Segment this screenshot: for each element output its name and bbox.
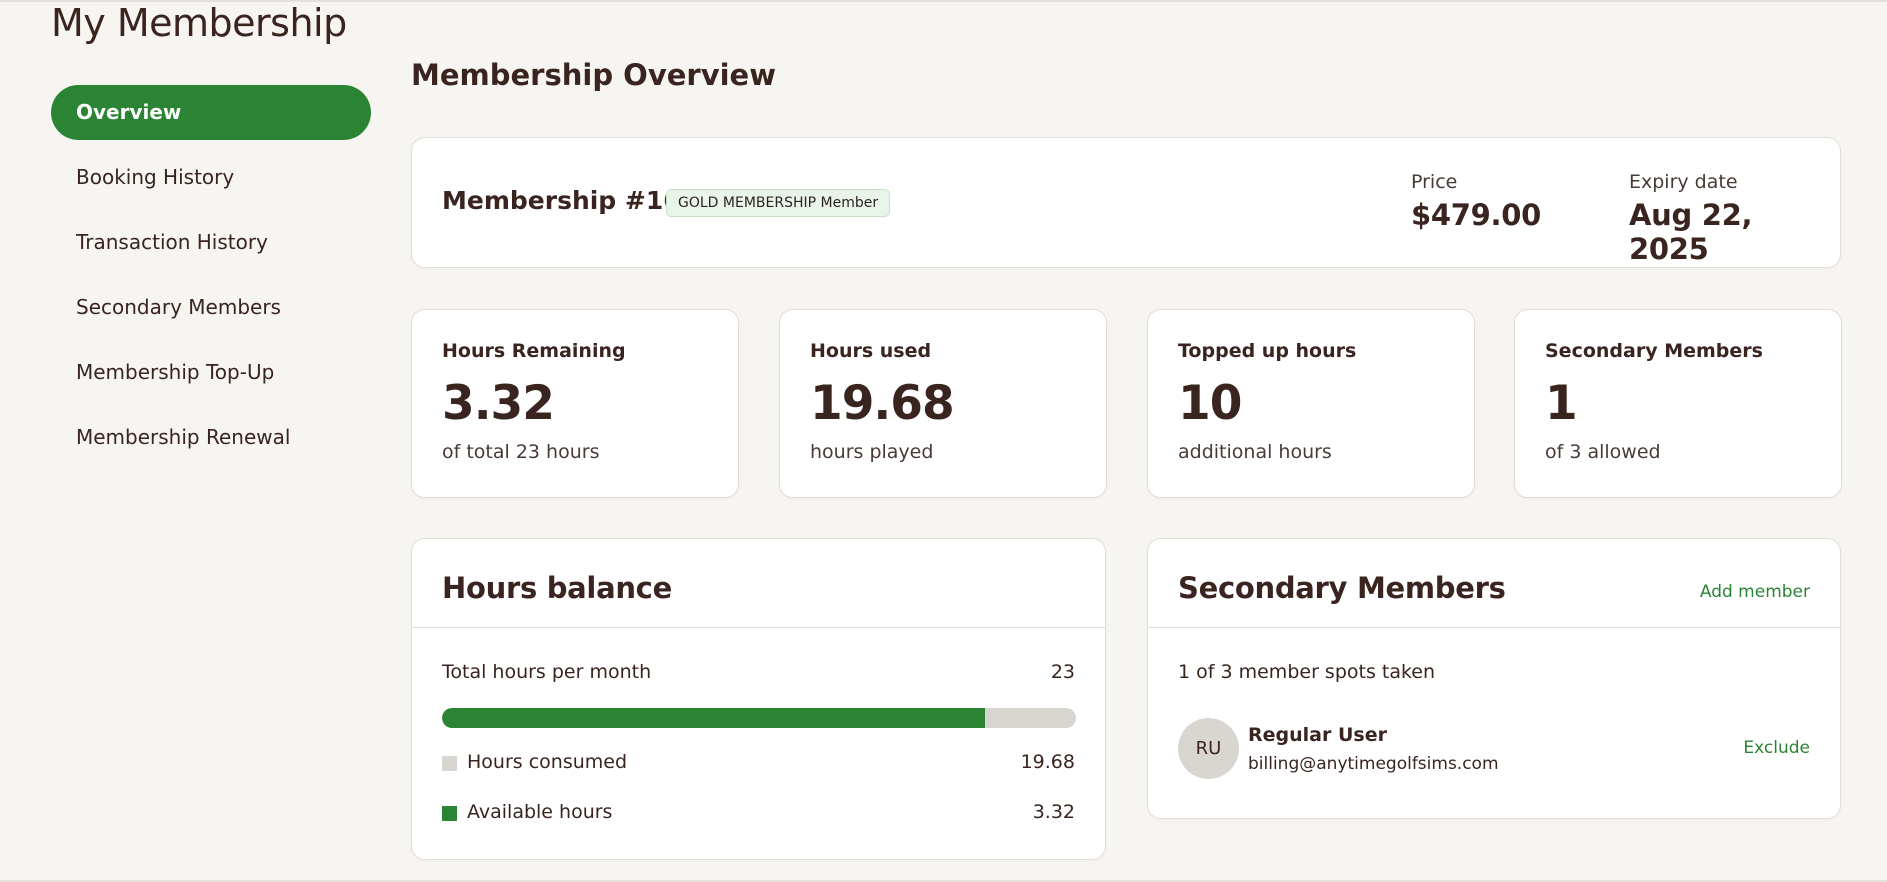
price-label: Price bbox=[1411, 171, 1458, 193]
sidebar-item-booking-history[interactable]: Booking History bbox=[51, 150, 371, 205]
expiry-block: Expiry date Aug 22, 2025 bbox=[1629, 171, 1840, 266]
page-title: My Membership bbox=[51, 1, 347, 45]
sidebar-nav: Overview Booking History Transaction His… bbox=[51, 85, 371, 475]
exclude-member-button[interactable]: Exclude bbox=[1743, 738, 1810, 758]
hours-progress-bar bbox=[442, 708, 1076, 728]
stat-card-topped-up-hours: Topped up hours 10 additional hours bbox=[1147, 309, 1475, 498]
member-name: Regular User bbox=[1248, 724, 1387, 746]
available-hours-label: Available hours bbox=[467, 801, 613, 823]
sidebar-item-overview[interactable]: Overview bbox=[51, 85, 371, 140]
stat-subtext: additional hours bbox=[1178, 441, 1332, 463]
stat-subtext: of total 23 hours bbox=[442, 441, 600, 463]
secondary-members-title: Secondary Members bbox=[1178, 571, 1506, 605]
sidebar-item-membership-renewal[interactable]: Membership Renewal bbox=[51, 410, 371, 465]
sidebar-item-membership-top-up[interactable]: Membership Top-Up bbox=[51, 345, 371, 400]
member-email: billing@anytimegolfsims.com bbox=[1248, 754, 1499, 774]
hours-balance-title: Hours balance bbox=[442, 571, 672, 605]
membership-number: Membership #169 bbox=[442, 186, 699, 215]
stat-card-hours-remaining: Hours Remaining 3.32 of total 23 hours bbox=[411, 309, 739, 498]
hours-consumed-value: 19.68 bbox=[1020, 751, 1075, 773]
membership-summary-card: Membership #169 GOLD MEMBERSHIP Member P… bbox=[411, 137, 1841, 268]
stat-title: Hours Remaining bbox=[442, 340, 626, 362]
total-hours-label: Total hours per month bbox=[442, 661, 652, 683]
price-value: $479.00 bbox=[1411, 198, 1541, 232]
available-legend-swatch bbox=[442, 806, 457, 821]
stat-card-secondary-members: Secondary Members 1 of 3 allowed bbox=[1514, 309, 1842, 498]
avatar: RU bbox=[1178, 718, 1239, 779]
sidebar-item-transaction-history[interactable]: Transaction History bbox=[51, 215, 371, 270]
section-title: Membership Overview bbox=[411, 58, 777, 92]
expiry-value: Aug 22, 2025 bbox=[1629, 198, 1753, 266]
member-spots-text: 1 of 3 member spots taken bbox=[1178, 661, 1436, 683]
stat-title: Secondary Members bbox=[1545, 340, 1763, 362]
membership-tier-badge: GOLD MEMBERSHIP Member bbox=[666, 189, 891, 217]
stat-subtext: hours played bbox=[810, 441, 934, 463]
stat-value: 1 bbox=[1545, 376, 1578, 431]
expiry-label: Expiry date bbox=[1629, 171, 1738, 193]
available-hours-value: 3.32 bbox=[1032, 801, 1075, 823]
stat-value: 19.68 bbox=[810, 376, 955, 431]
stat-value: 3.32 bbox=[442, 376, 555, 431]
stat-value: 10 bbox=[1178, 376, 1242, 431]
stat-title: Hours used bbox=[810, 340, 932, 362]
consumed-legend-swatch bbox=[442, 756, 457, 771]
add-member-link[interactable]: Add member bbox=[1700, 582, 1810, 602]
secondary-members-panel: Secondary Members Add member 1 of 3 memb… bbox=[1147, 538, 1841, 819]
total-hours-value: 23 bbox=[1050, 661, 1075, 683]
price-block: Price $479.00 bbox=[1411, 171, 1541, 232]
sidebar-item-secondary-members[interactable]: Secondary Members bbox=[51, 280, 371, 335]
hours-balance-panel: Hours balance Total hours per month 23 H… bbox=[411, 538, 1106, 860]
secondary-members-header: Secondary Members Add member bbox=[1148, 539, 1840, 628]
stat-title: Topped up hours bbox=[1178, 340, 1357, 362]
hours-progress-fill bbox=[442, 708, 985, 728]
stat-card-hours-used: Hours used 19.68 hours played bbox=[779, 309, 1107, 498]
hours-balance-header: Hours balance bbox=[412, 539, 1105, 628]
hours-consumed-label: Hours consumed bbox=[467, 751, 628, 773]
stat-subtext: of 3 allowed bbox=[1545, 441, 1661, 463]
